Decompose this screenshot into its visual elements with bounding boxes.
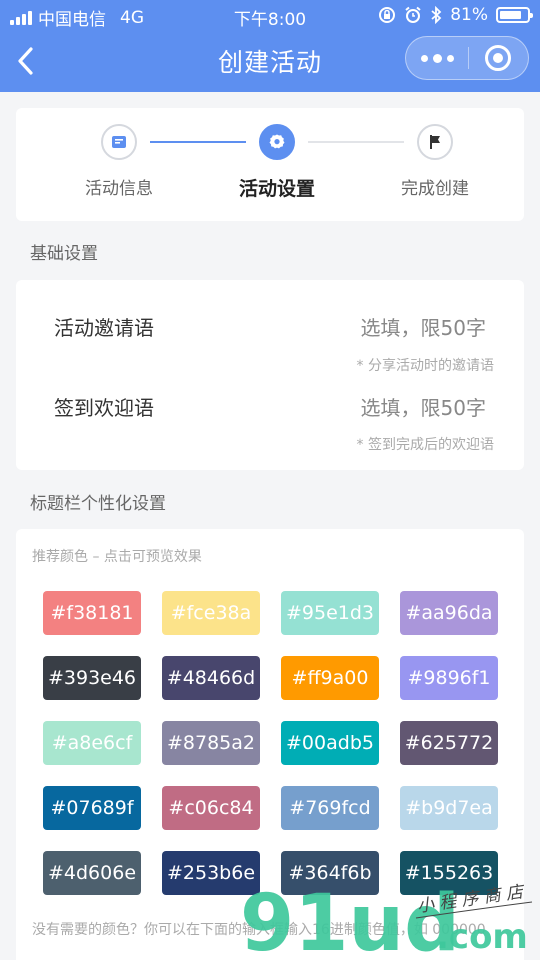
step-settings-circle xyxy=(259,124,295,160)
gear-icon xyxy=(269,134,285,149)
step-connector-2 xyxy=(308,141,404,143)
alarm-icon xyxy=(405,6,421,23)
battery-percent: 81% xyxy=(450,5,488,25)
titlebar-section-title: 标题栏个性化设置 xyxy=(30,494,166,514)
step-label-finish: 完成创建 xyxy=(401,179,469,199)
color-swatch[interactable]: #364f6b xyxy=(281,851,379,895)
step-connector-1 xyxy=(150,141,246,143)
color-swatch[interactable]: #ff9a00 xyxy=(281,656,379,700)
color-swatch[interactable]: #f38181 xyxy=(43,591,141,635)
color-swatch[interactable]: #253b6e xyxy=(162,851,260,895)
color-settings-card: 推荐颜色 – 点击可预览效果 #f38181 #fce38a #95e1d3 #aa9… xyxy=(16,529,524,960)
color-swatch[interactable]: #c06c84 xyxy=(162,786,260,830)
bluetooth-icon xyxy=(431,6,442,24)
step-label-info: 活动信息 xyxy=(85,179,153,199)
battery-icon xyxy=(496,7,533,23)
color-swatch[interactable]: #155263 xyxy=(400,851,498,895)
color-swatch[interactable]: #a8e6cf xyxy=(43,721,141,765)
color-swatch[interactable]: #00adb5 xyxy=(281,721,379,765)
color-swatch[interactable]: #fce38a xyxy=(162,591,260,635)
color-swatch[interactable]: #07689f xyxy=(43,786,141,830)
step-finish-circle xyxy=(417,124,453,160)
status-bar: 中国电信 4G 下午8:00 81% xyxy=(0,0,540,30)
color-swatch[interactable]: #95e1d3 xyxy=(281,591,379,635)
color-swatch[interactable]: #4d606e xyxy=(43,851,141,895)
doc-icon xyxy=(112,136,126,148)
custom-color-hint: 没有需要的颜色？你可以在下面的输入框输入16进制颜色值，如 000000 xyxy=(32,922,486,938)
color-hint: 推荐颜色 – 点击可预览效果 xyxy=(32,549,202,565)
color-swatch[interactable]: #8785a2 xyxy=(162,721,260,765)
close-miniprogram-icon[interactable] xyxy=(485,45,511,71)
invite-text-label: 活动邀请语 xyxy=(54,316,154,340)
invite-text-input[interactable]: 选填，限50字 xyxy=(361,312,486,341)
lock-rotation-icon xyxy=(379,7,396,23)
nav-bar: 创建活动 xyxy=(0,30,540,92)
color-swatch[interactable]: #625772 xyxy=(400,721,498,765)
step-label-settings: 活动设置 xyxy=(238,178,315,200)
flag-icon xyxy=(430,135,440,149)
miniprogram-capsule xyxy=(405,36,529,80)
basic-settings-card: 活动邀请语 选填，限50字 * 分享活动时的邀请语 签到欢迎语 选填，限50字 … xyxy=(16,280,524,470)
welcome-text-label: 签到欢迎语 xyxy=(54,396,154,420)
basic-section-title: 基础设置 xyxy=(30,244,98,264)
color-swatch[interactable]: #48466d xyxy=(162,656,260,700)
step-info-circle xyxy=(101,124,137,160)
color-swatch[interactable]: #b9d7ea xyxy=(400,786,498,830)
invite-text-hint: * 分享活动时的邀请语 xyxy=(356,358,494,374)
color-swatch[interactable]: #9896f1 xyxy=(400,656,498,700)
capsule-divider xyxy=(468,47,469,69)
color-swatch[interactable]: #769fcd xyxy=(281,786,379,830)
color-swatch[interactable]: #aa96da xyxy=(400,591,498,635)
steps-card: 活动信息 活动设置 完成创建 xyxy=(16,108,524,221)
welcome-text-hint: * 签到完成后的欢迎语 xyxy=(356,437,494,453)
color-swatch[interactable]: #393e46 xyxy=(43,656,141,700)
welcome-text-input[interactable]: 选填，限50字 xyxy=(361,392,486,421)
more-menu-button[interactable] xyxy=(406,37,468,79)
